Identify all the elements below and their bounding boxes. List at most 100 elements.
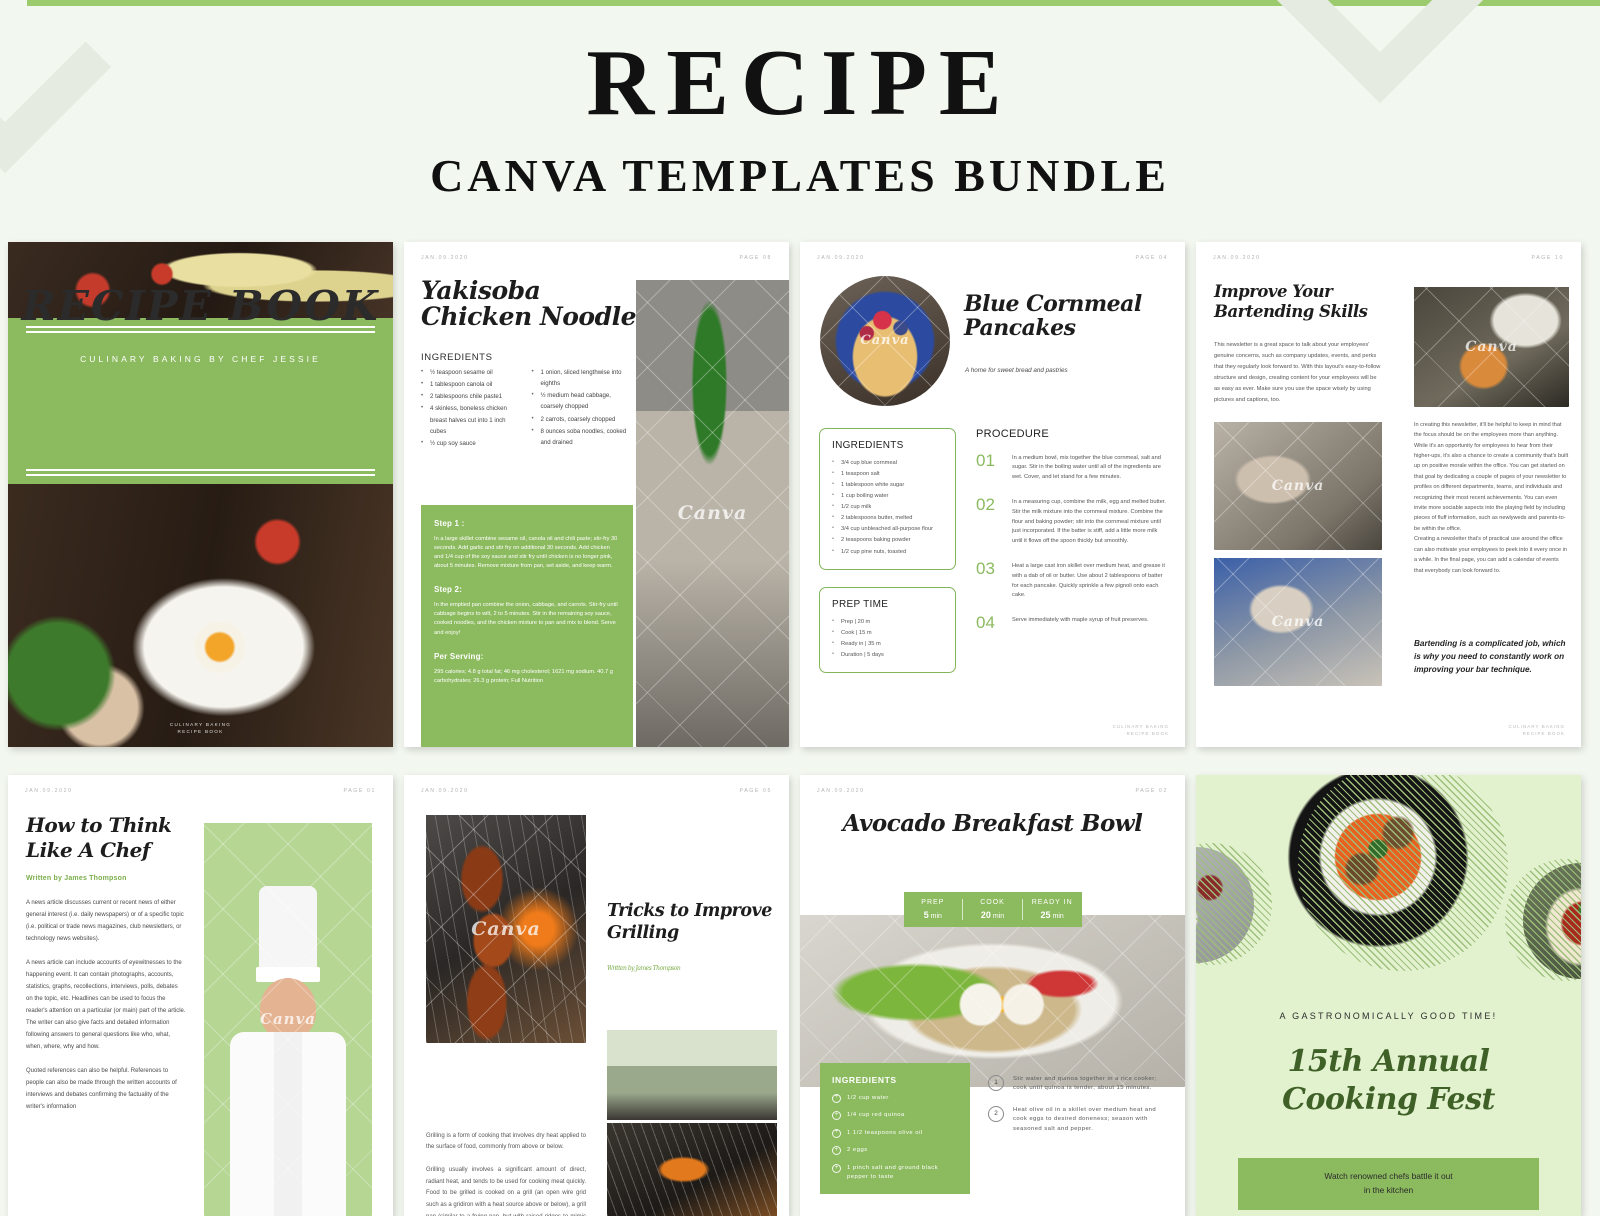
ingredients-box: INGREDIENTS 3/4 cup blue cornmeal1 teasp… [819, 427, 956, 570]
hatch-pattern-left [1196, 842, 1272, 965]
list-item: 2 tablespoons butter, melted [832, 512, 943, 524]
pancake-photo: Canva [820, 275, 950, 406]
step-text: In a medium bowl, mix together the blue … [1012, 454, 1161, 481]
template-card-avocado-bowl[interactable]: JAN.09.2020 PAGE 02 Avocado Breakfast Bo… [800, 774, 1185, 1216]
ingredients-label: INGREDIENTS [421, 351, 493, 363]
card-footer: CULINARY BAKING RECIPE BOOK [1113, 724, 1169, 737]
procedure-step: 03 Heat a large cast iron skillet over me… [976, 560, 1166, 601]
cover-footer: CULINARY BAKING RECIPE BOOK [8, 721, 393, 736]
list-item: 1 tablespoon white sugar [832, 479, 943, 491]
article-byline: Written by James Thompson [26, 874, 127, 882]
meta-page: PAGE 01 [343, 787, 376, 794]
list-item: 1 pinch salt and ground black pepper to … [832, 1164, 958, 1181]
meta-date: JAN.09.2020 [817, 254, 865, 261]
article-text: Grilling is a form of cooking that invol… [426, 1131, 586, 1216]
procedure-steps: 1 Stir water and quinoa together in a ric… [988, 1074, 1166, 1147]
card-meta: JAN.09.2020 PAGE 01 [25, 788, 376, 794]
list-item: 2 teaspoons baking powder [832, 534, 943, 546]
plus-icon [832, 1164, 841, 1173]
meta-date: JAN.09.2020 [421, 787, 469, 794]
step-number: 02 [976, 495, 995, 515]
template-card-bartending[interactable]: JAN.09.2020 PAGE 10 Improve Your Bartend… [1196, 241, 1581, 747]
event-kicker: A GASTRONOMICALLY GOOD TIME! [1279, 1010, 1498, 1021]
list-item: 4 skinless, boneless chicken breast halv… [421, 402, 523, 437]
step2-text: In the emptied pan combine the onion, ca… [434, 602, 618, 636]
hatch-pattern-right [1505, 858, 1581, 981]
prep-time-box: PREP TIME Prep | 20 mCook | 15 mReady in… [819, 586, 956, 674]
list-item: 2 eggs [832, 1146, 958, 1156]
template-card-cooking-fest[interactable]: A GASTRONOMICALLY GOOD TIME! 15th Annual… [1196, 774, 1581, 1216]
meta-page: PAGE 04 [1135, 254, 1168, 261]
template-card-pancakes[interactable]: JAN.09.2020 PAGE 04 Canva Blue Cornmeal … [800, 241, 1185, 747]
card-meta: JAN.09.2020 PAGE 08 [421, 255, 772, 261]
template-card-grilling[interactable]: JAN.09.2020 PAGE 05 Canva Tricks to Impr… [404, 774, 789, 1216]
event-ribbon: Watch renowned chefs battle it out in th… [1238, 1157, 1539, 1210]
article-body: In creating this newsletter, it'll be he… [1414, 421, 1569, 574]
footer-line2: RECIPE BOOK [1522, 731, 1565, 737]
plus-icon [832, 1146, 841, 1156]
list-item: 1 onion, sliced lengthwise into eighths [532, 366, 634, 390]
meta-date: JAN.09.2020 [421, 254, 469, 261]
article-column: A news article discusses current or rece… [26, 897, 186, 1125]
grill-photo-secondary [607, 1029, 777, 1120]
bar-photo-3: Canva [1214, 557, 1382, 686]
article-lead: This newsletter is a great space to talk… [1214, 341, 1381, 403]
grill-photo-main: Canva [426, 814, 586, 1043]
list-item: ½ teaspoon sesame oil [421, 366, 523, 378]
paragraph: Grilling usually involves a significant … [426, 1167, 586, 1216]
event-title: 15th Annual Cooking Fest [1196, 1043, 1581, 1120]
template-card-recipe-book-cover[interactable]: RECIPE BOOK CULINARY BAKING BY CHEF JESS… [8, 241, 393, 747]
step-text: Stir water and quinoa together in a rice… [1013, 1075, 1157, 1092]
bar-photo-2: Canva [1214, 421, 1382, 550]
list-item: 3/4 cup blue cornmeal [832, 457, 943, 469]
cover-title-band [8, 317, 393, 484]
list-item: 1/2 cup water [832, 1093, 958, 1103]
plus-icon [832, 1093, 841, 1103]
hatch-pattern-main [1298, 774, 1508, 971]
template-card-think-like-chef[interactable]: JAN.09.2020 PAGE 01 How to Think Like A … [8, 774, 393, 1216]
ribbon-line2: in the kitchen [1363, 1184, 1414, 1195]
event-title-line2: Cooking Fest [1282, 1082, 1495, 1118]
time-value: 20 min [980, 909, 1005, 920]
bar-photo-1: Canva [1414, 286, 1569, 407]
card-footer: CULINARY BAKING RECIPE BOOK [1509, 724, 1565, 737]
step-number: 1 [988, 1074, 1004, 1091]
article-title: Tricks to Improve Grilling [607, 900, 772, 944]
step-number: 01 [976, 450, 995, 470]
list-item: 1 tablespoon canola oil [421, 378, 523, 390]
ingredients-box: INGREDIENTS 1/2 cup water 1/4 cup red qui… [820, 1062, 970, 1194]
step-text: Serve immediately with maple syrup of fr… [1012, 617, 1149, 624]
template-grid: RECIPE BOOK CULINARY BAKING BY CHEF JESS… [0, 241, 1600, 1216]
meta-page: PAGE 05 [739, 787, 772, 794]
step-number: 2 [988, 1105, 1004, 1122]
list-item: 1 teaspoon salt [832, 468, 943, 480]
list-item: 1/4 cup red quinoa [832, 1111, 958, 1121]
step-text: In a measuring cup, combine the milk, eg… [1012, 499, 1166, 545]
prep-time-list: Prep | 20 mCook | 15 mReady in | 35 mDur… [832, 616, 943, 661]
list-item: 2 tablespoons chile paste1 [421, 390, 523, 402]
card-meta: JAN.09.2020 PAGE 04 [817, 255, 1168, 261]
procedure-label: PROCEDURE [976, 427, 1049, 440]
template-card-yakisoba[interactable]: JAN.09.2020 PAGE 08 Canva Yakisoba Chick… [404, 241, 789, 747]
list-item: 1 1/2 teaspoons olive oil [832, 1128, 958, 1138]
page-title: RECIPE [586, 31, 1014, 135]
list-item: ½ cup soy sauce [421, 437, 523, 449]
procedure-step: 01 In a medium bowl, mix together the blu… [976, 452, 1166, 483]
recipe-title: Avocado Breakfast Bowl [842, 809, 1143, 837]
step1-text: In a large skillet combine sesame oil, c… [434, 535, 618, 570]
paragraph: Quoted references can also be helpful. R… [26, 1067, 177, 1110]
grill-photo-tertiary [607, 1122, 777, 1216]
meta-date: JAN.09.2020 [25, 787, 73, 794]
list-item: Ready in | 35 m [832, 638, 943, 650]
cover-footer-line1: CULINARY BAKING [169, 722, 232, 727]
chef-photo: Canva [204, 822, 372, 1216]
plus-icon [832, 1111, 841, 1121]
footer-line1: CULINARY BAKING [1112, 724, 1169, 730]
article-title: How to Think Like A Chef [26, 812, 172, 862]
cover-subtitle: CULINARY BAKING BY CHEF JESSIE [80, 353, 321, 364]
ingredients-columns: ½ teaspoon sesame oil1 tablespoon canola… [421, 366, 634, 451]
list-item: 1/2 cup milk [832, 501, 943, 513]
list-item: 1/2 cup pine nuts, toasted [832, 546, 943, 558]
ingredients-label: INGREDIENTS [832, 1074, 897, 1085]
procedure-step: 04 Serve immediately with maple syrup of … [976, 614, 1166, 631]
